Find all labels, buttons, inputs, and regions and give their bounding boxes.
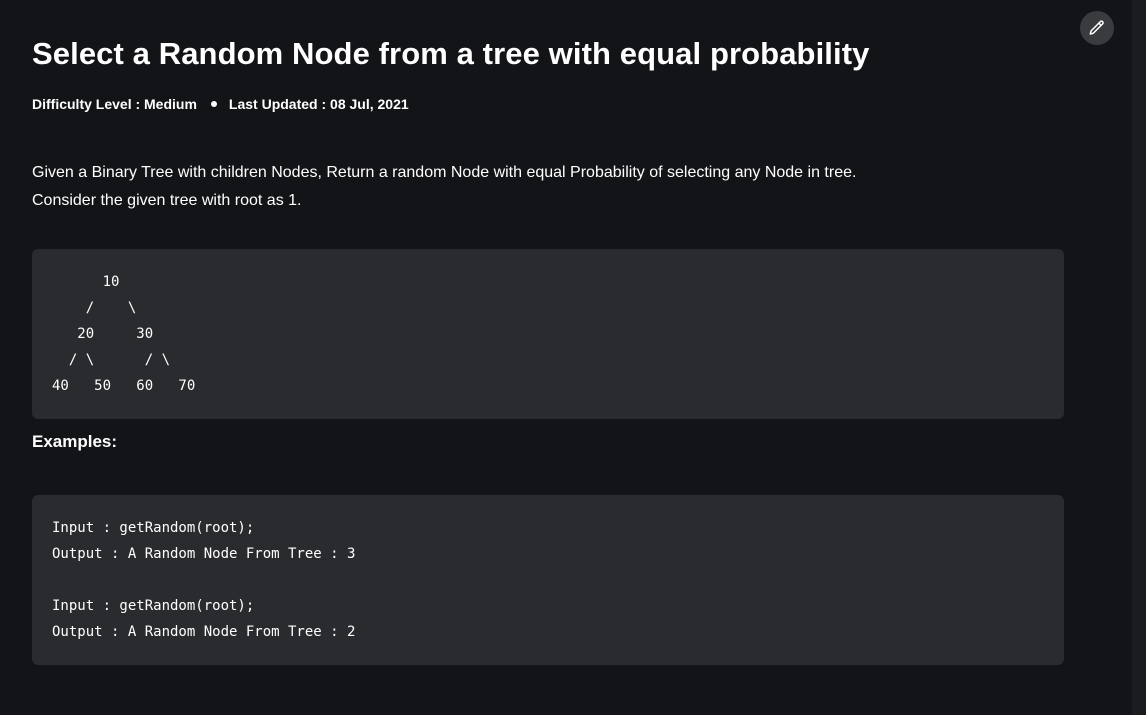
- examples-text: Input : getRandom(root); Output : A Rand…: [52, 520, 356, 640]
- article-meta: Difficulty Level : Medium Last Updated :…: [32, 96, 409, 112]
- examples-code-block: Input : getRandom(root); Output : A Rand…: [32, 495, 1064, 665]
- article-title: Select a Random Node from a tree with eq…: [32, 36, 870, 71]
- tree-code-block: 10 / \ 20 30 / \ / \ 40 50 60 70: [32, 249, 1064, 419]
- intro-line-2: Consider the given tree with root as 1.: [32, 192, 302, 209]
- edit-article-button[interactable]: [1080, 11, 1114, 45]
- separator-dot: [210, 101, 217, 107]
- examples-heading: Examples:: [32, 432, 118, 451]
- intro-line-1: Given a Binary Tree with children Nodes,…: [32, 164, 857, 181]
- tree-diagram-text: 10 / \ 20 30 / \ / \ 40 50 60 70: [52, 274, 196, 394]
- article-intro: Given a Binary Tree with children Nodes,…: [32, 159, 856, 215]
- pencil-icon: [1088, 19, 1106, 37]
- scrollbar-track[interactable]: [1132, 0, 1146, 715]
- difficulty-level: Difficulty Level : Medium: [32, 96, 197, 112]
- last-updated: Last Updated : 08 Jul, 2021: [228, 96, 409, 112]
